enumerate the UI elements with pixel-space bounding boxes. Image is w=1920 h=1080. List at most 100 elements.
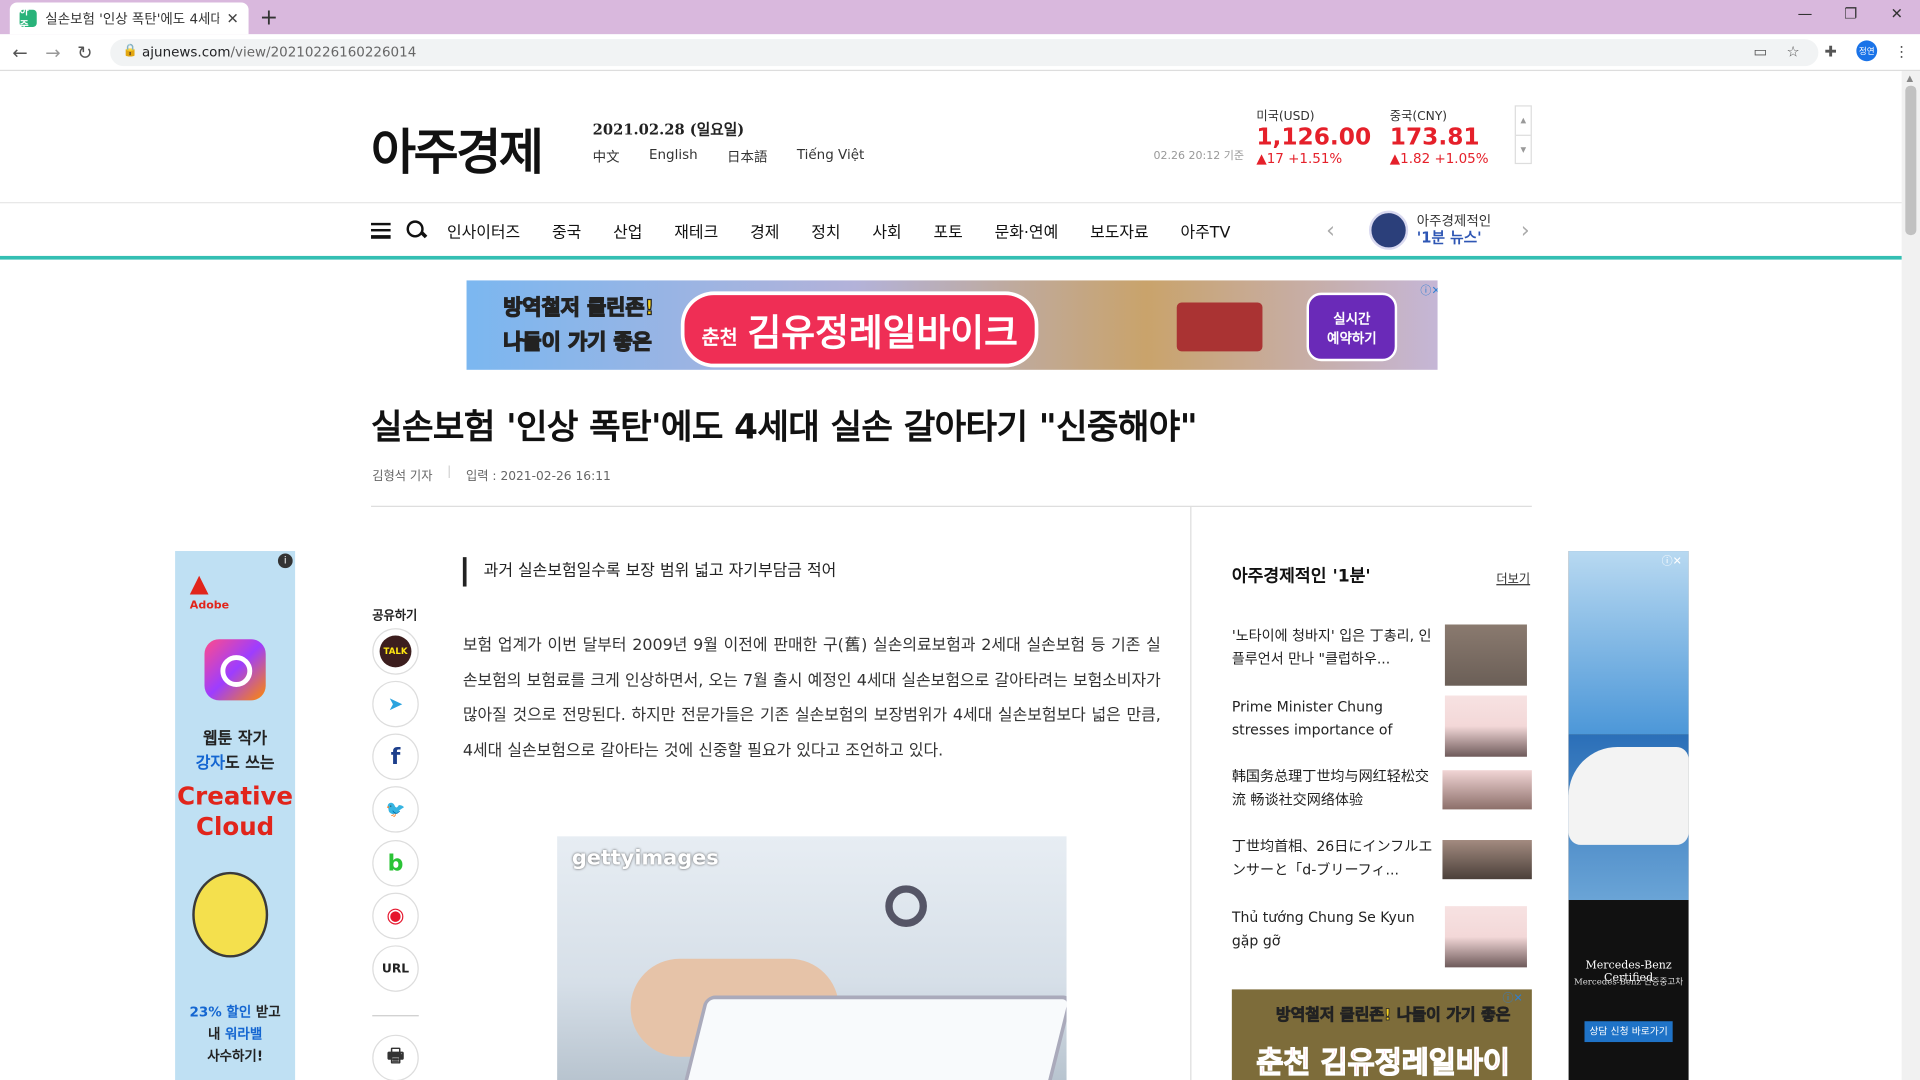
ad-product-line1: Creative [177, 781, 294, 811]
scroll-up-icon[interactable]: ▲ [1907, 73, 1914, 83]
sidebar-item-title: '노타이에 청바지' 입은 丁총리, 인플루언서 만나 "클럽하우... [1231, 626, 1432, 668]
sidebar-ad-banner[interactable]: 방역철저 클린존! 나들이 가기 좋은 춘천 김유정레일바이크 ⓘ✕ [1231, 989, 1532, 1080]
left-skyscraper-ad[interactable]: ▲ Adobe 웹툰 작가 강자도 쓰는 Creative Cloud 23% 할… [175, 551, 296, 1080]
right-skyscraper-ad[interactable]: Mercedes-Benz Certified Mercedes-Benz 인증… [1568, 551, 1689, 1080]
window-close-icon[interactable]: ✕ [1891, 5, 1903, 22]
nav-item-politics[interactable]: 정치 [811, 219, 840, 241]
nav-item-press[interactable]: 보도자료 [1090, 219, 1149, 241]
nav-item-finance[interactable]: 재테크 [674, 219, 718, 241]
lang-chinese[interactable]: 中文 [593, 147, 620, 167]
bookmark-star-icon[interactable]: ☆ [1787, 43, 1800, 60]
share-divider [372, 1015, 419, 1017]
promo-next-icon[interactable]: › [1521, 218, 1530, 244]
reporter-name[interactable]: 김형석 기자 [372, 465, 432, 483]
share-kakaotalk-button[interactable]: TALK [372, 628, 419, 675]
ad-info-icon[interactable]: i [277, 553, 293, 569]
print-button[interactable]: 🖶 [372, 1034, 419, 1080]
extensions-icon[interactable]: ✚ [1825, 43, 1837, 60]
scrollbar-thumb[interactable] [1905, 85, 1917, 236]
sidebar-ad-l1a: 방역철저 [1275, 1006, 1341, 1025]
nav-divider [0, 202, 1902, 204]
creative-cloud-icon [204, 639, 266, 701]
nav-item-insighters[interactable]: 인사이터즈 [447, 219, 520, 241]
restore-icon[interactable]: ❐ [1844, 5, 1857, 22]
share-weibo-button[interactable]: ◉ [372, 892, 419, 940]
fx-cny-name: 중국(CNY) [1389, 110, 1448, 124]
ad-promo-d: 워라밸 [225, 1026, 263, 1043]
page-scrollbar[interactable]: ▲ [1901, 71, 1920, 1080]
cast-icon[interactable]: ▭ [1753, 43, 1767, 60]
site-favicon-icon: 아주 [19, 6, 37, 31]
fx-down-icon[interactable]: ▼ [1515, 134, 1531, 163]
back-icon[interactable]: ← [12, 42, 27, 64]
top-ad-banner[interactable]: 방역철저 클린존! 나들이 가기 좋은 춘천 김유정레일바이크 실시간 예약하기 … [466, 280, 1438, 370]
fx-usd-value: 1,126.00 [1256, 123, 1372, 151]
nav-item-economy[interactable]: 경제 [750, 219, 779, 241]
share-twitter-button[interactable]: 🐦 [372, 786, 419, 833]
sidebar-more-link[interactable]: 더보기 [1496, 568, 1530, 586]
ad-line2-a: 나들이 가기 [503, 330, 614, 356]
promo-line2: '1분 뉴스' [1416, 228, 1482, 247]
promo-prev-icon[interactable]: ‹ [1326, 218, 1335, 244]
sidebar-adchoices-icon[interactable]: ⓘ✕ [1502, 989, 1522, 1005]
site-logo[interactable]: 아주경제 [371, 113, 544, 184]
ad-line2: 나들이 가기 좋은 [503, 324, 653, 356]
tab-title: 실손보험 '인상 폭탄'에도 4세대 [45, 11, 220, 27]
ad-badge-city: 춘천 [701, 325, 738, 349]
nav-item-industry[interactable]: 산업 [613, 219, 642, 241]
sidebar-news-item[interactable]: '노타이에 청바지' 입은 丁총리, 인플루언서 만나 "클럽하우... [1232, 624, 1532, 688]
ad-character-illustration [192, 871, 269, 958]
sidebar-news-item[interactable]: 丁世均首相、26日にインフルエンサーと「d-ブリーフィ... [1232, 835, 1532, 899]
ad-badge-name: 김유정레일바이크 [747, 312, 1018, 356]
nav-items: 인사이터즈 중국 산업 재테크 경제 정치 사회 포토 문화·연예 보도자료 아… [447, 219, 1262, 241]
lang-vietnamese[interactable]: Tiếng Việt [797, 147, 864, 167]
ad-reserve-button[interactable]: 실시간 예약하기 [1306, 292, 1398, 362]
nav-item-photo[interactable]: 포토 [933, 219, 962, 241]
profile-avatar[interactable]: 정연 [1856, 40, 1878, 62]
new-tab-icon[interactable]: + [260, 5, 278, 31]
lang-japanese[interactable]: 日本語 [727, 147, 767, 167]
fx-up-icon[interactable]: ▲ [1516, 107, 1531, 135]
reload-icon[interactable]: ↻ [77, 42, 92, 64]
adchoices-icon[interactable]: ⓘ✕ [1420, 282, 1437, 297]
nav-item-culture[interactable]: 문화·연예 [995, 219, 1059, 241]
tab-close-icon[interactable]: ✕ [226, 10, 238, 27]
nav-item-china[interactable]: 중국 [552, 219, 581, 241]
headline-divider [371, 505, 1532, 507]
mercedes-consult-button[interactable]: 상담 신청 바로가기 [1584, 1021, 1673, 1043]
share-telegram-button[interactable]: ➤ [372, 680, 419, 728]
sidebar-news-item[interactable]: Prime Minister Chung stresses importance… [1231, 695, 1532, 760]
article-byline: 김형석 기자 | 입력 : 2021-02-26 16:11 [372, 465, 611, 483]
share-band-button[interactable]: b [372, 840, 419, 887]
browser-tab[interactable]: 아주 실손보험 '인상 폭탄'에도 4세대 ✕ [9, 2, 249, 35]
browser-menu-icon[interactable]: ⋮ [1894, 43, 1909, 60]
sidebar-ad-line2: 춘천 김유정레일바이크 [1256, 1045, 1511, 1080]
sidebar-item-title: Thủ tướng Chung Se Kyun gặp gỡ influence… [1231, 908, 1415, 949]
forward-icon[interactable]: → [45, 42, 60, 64]
address-bar[interactable]: 🔒 ajunews.com/view/20210226160226014 [110, 39, 1819, 67]
nav-accent-line [0, 255, 1902, 260]
sidebar-news-item[interactable]: Thủ tướng Chung Se Kyun gặp gỡ influence… [1232, 906, 1532, 970]
promo-line1: 아주경제적인 [1416, 213, 1492, 229]
nav-item-society[interactable]: 사회 [872, 219, 901, 241]
ad-car-image [1568, 746, 1689, 845]
lock-icon[interactable]: 🔒 [122, 44, 137, 57]
search-icon[interactable] [405, 219, 427, 241]
one-minute-news-promo[interactable]: 아주경제적인 '1분 뉴스' [1368, 210, 1492, 250]
telegram-icon: ➤ [387, 693, 404, 716]
sidebar-item-thumbnail [1444, 906, 1527, 968]
sidebar-item-title: 丁世均首相、26日にインフルエンサーと「d-ブリーフィ... [1231, 837, 1433, 878]
right-adchoices-icon[interactable]: ⓘ✕ [1662, 552, 1682, 568]
lang-english[interactable]: English [649, 147, 698, 167]
hamburger-menu-icon[interactable] [371, 222, 391, 239]
minimize-icon[interactable]: — [1798, 5, 1813, 22]
sidebar-title[interactable]: 아주경제적인 '1분' [1232, 563, 1371, 587]
sidebar-news-item[interactable]: 韩国务总理丁世均与网红轻松交流 畅谈社交网络体验 [1232, 765, 1532, 829]
main-nav: 인사이터즈 중국 산업 재테크 경제 정치 사회 포토 문화·연예 보도자료 아… [371, 216, 1262, 245]
nav-item-ajutv[interactable]: 아주TV [1180, 219, 1230, 241]
share-facebook-button[interactable]: f [372, 733, 419, 781]
fx-cny-change: ▲1.82 +1.05% [1389, 150, 1489, 167]
sidebar-item-title: Prime Minister Chung stresses importance… [1231, 697, 1393, 739]
band-icon: b [387, 850, 404, 877]
share-url-button[interactable]: URL [372, 945, 419, 992]
